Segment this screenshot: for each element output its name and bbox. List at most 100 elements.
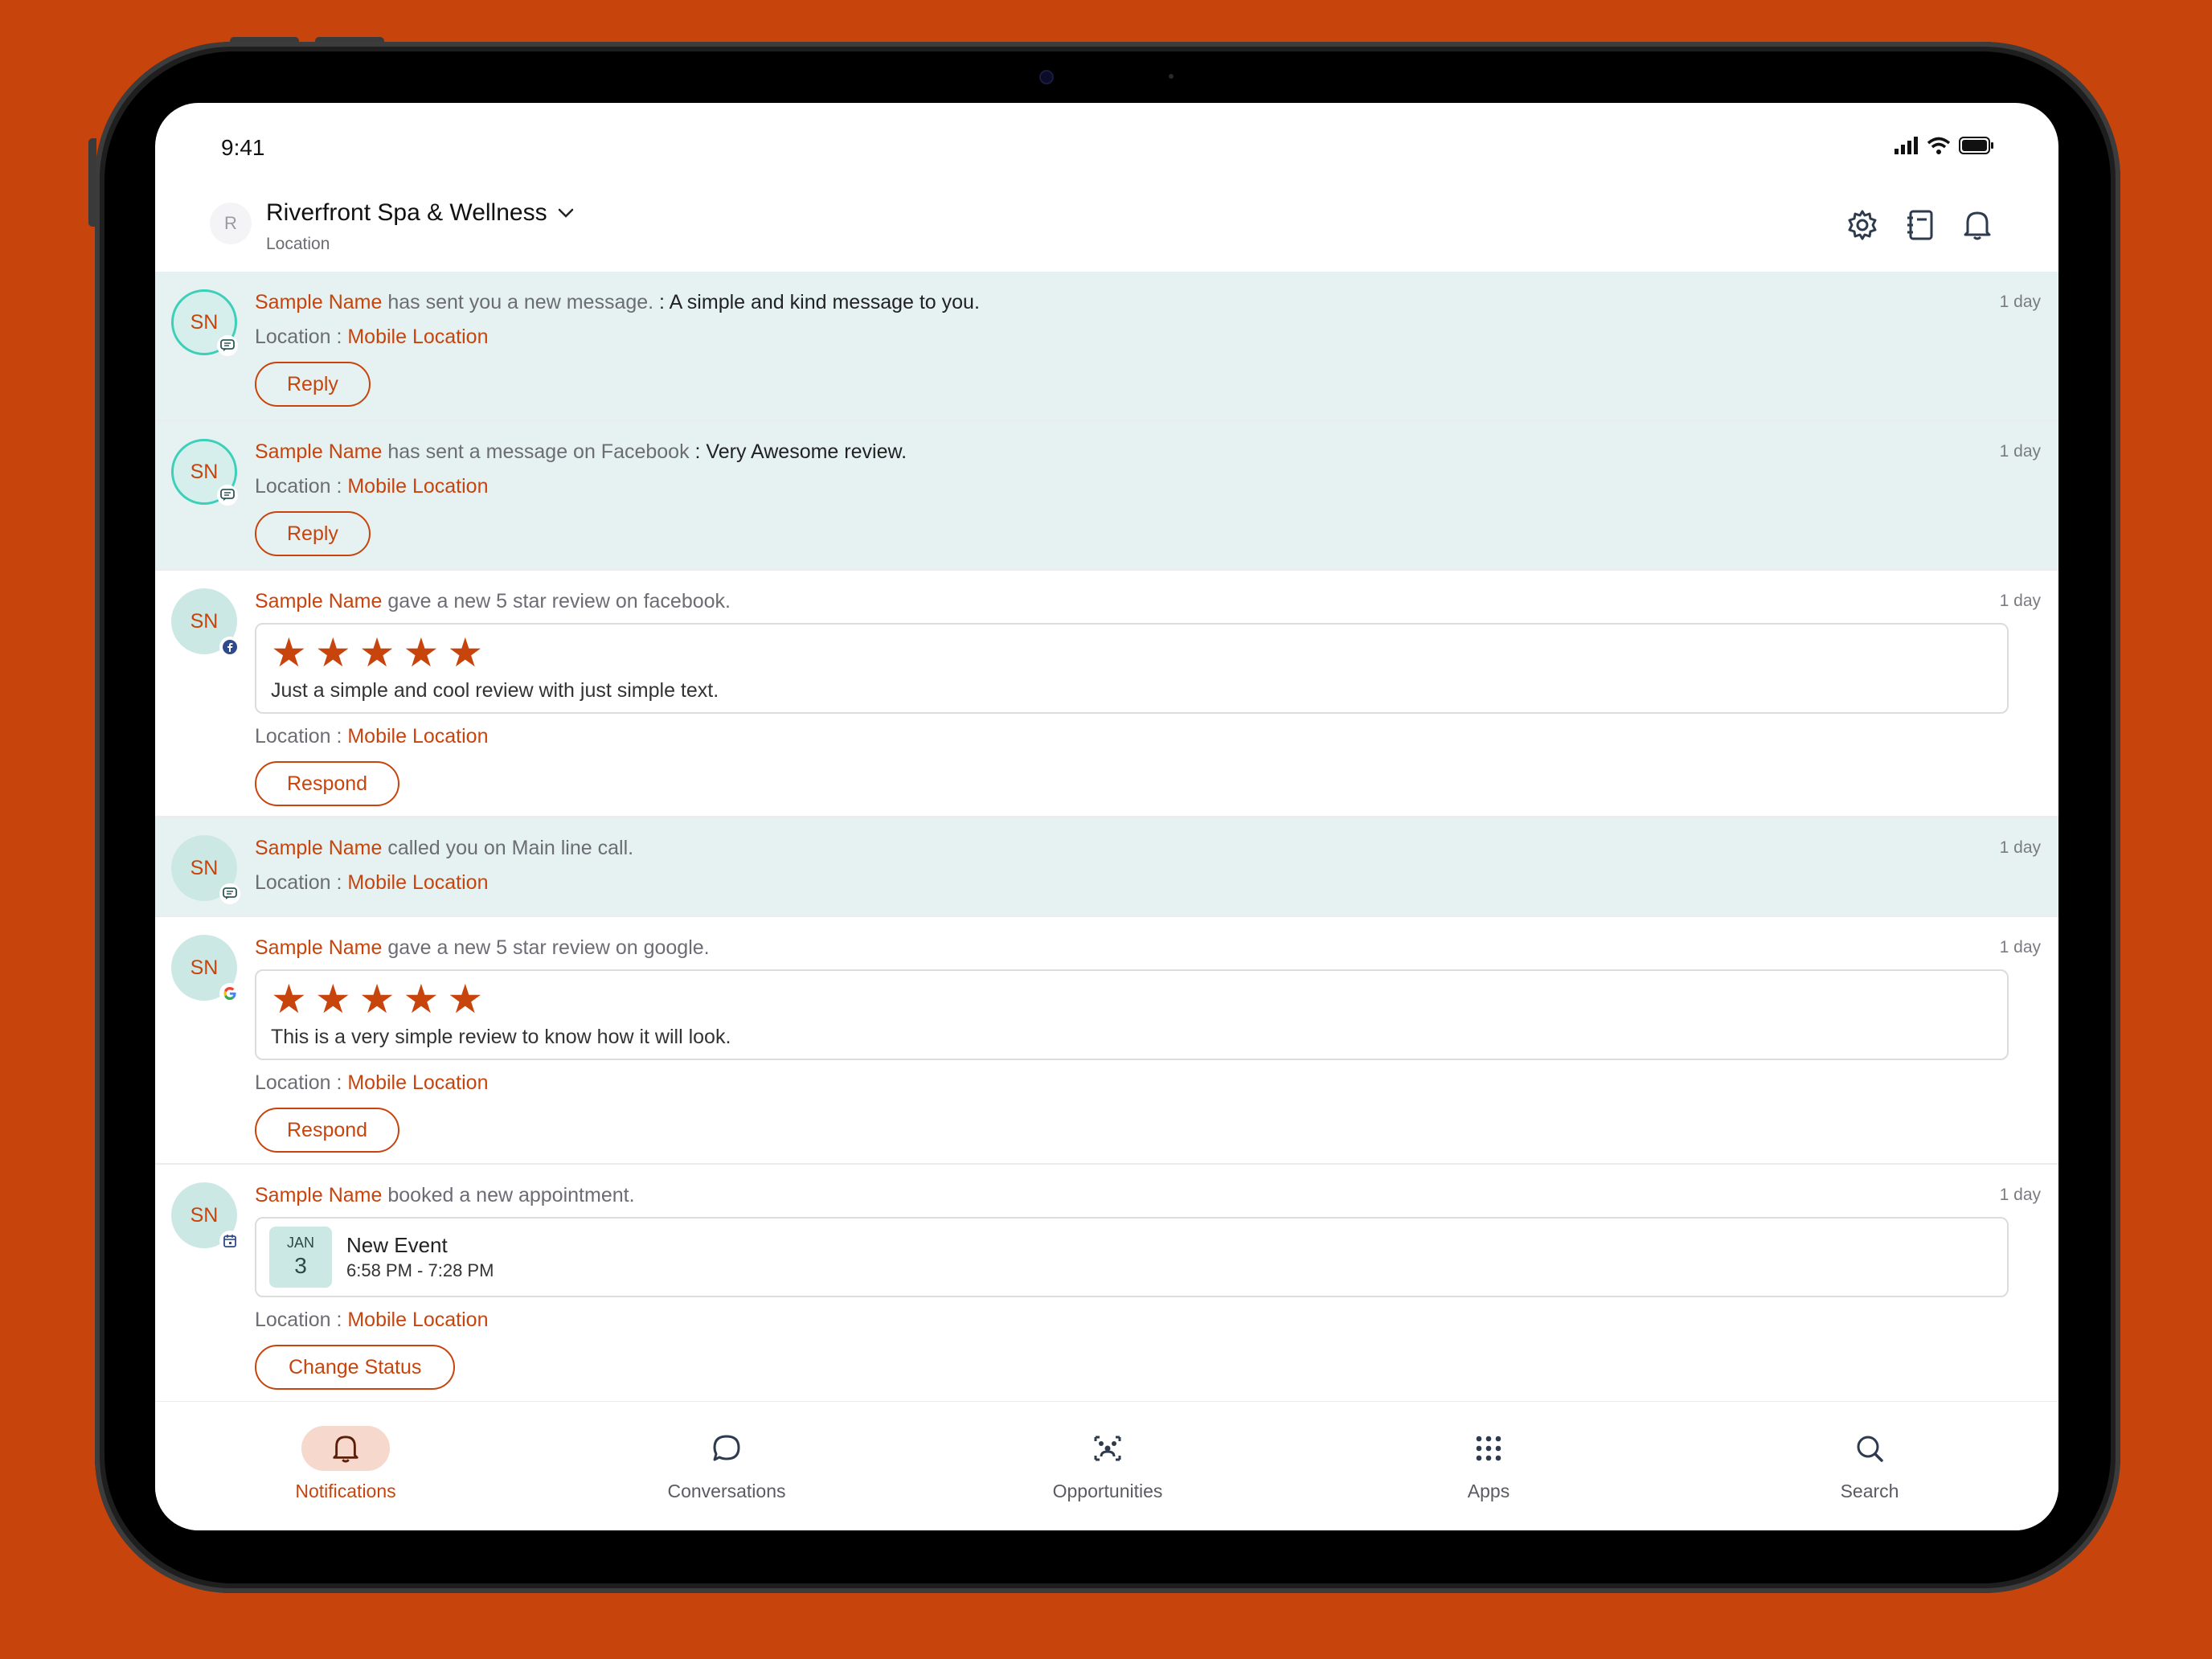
review-card: ★ ★ ★ ★ ★ Just a simple and cool review with… [255,623,2009,714]
star-icon: ★ [271,977,307,1022]
avatar: SN [171,588,240,657]
bell-icon [333,1436,358,1463]
bottom-tab-bar: Notifications Conversations Opportunitie… [155,1402,2058,1530]
time-ago: 1 day [1999,1186,2041,1204]
avatar-initials: SN [190,956,219,979]
notification-location: Location : Mobile Location [255,871,2039,895]
notification-item[interactable]: SN Sample Name booked a new appointment.… [155,1165,2058,1403]
notification-item[interactable]: SN Sample Name has sent a message on Fac… [155,421,2058,571]
tab-label: Notifications [295,1481,396,1501]
location-label: Location : [255,1071,348,1094]
event-month: JAN [286,1235,314,1251]
app-header: R Riverfront Spa & Wellness Location [155,191,2058,272]
sender-name[interactable]: Sample Name [255,291,382,313]
location-name: Riverfront Spa & Wellness [266,199,547,226]
notification-action: booked a new appointment. [382,1184,635,1206]
location-value[interactable]: Mobile Location [347,1309,488,1331]
location-value[interactable]: Mobile Location [347,1071,488,1094]
tab-label: Search [1840,1481,1899,1501]
date-badge: JAN 3 [269,1227,332,1288]
tab-conversations[interactable]: Conversations [606,1426,847,1502]
location-value[interactable]: Mobile Location [347,475,488,498]
tab-label: Conversations [667,1481,786,1501]
avatar-initials: SN [190,460,219,483]
notification-headline: Sample Name gave a new 5 star review on … [255,590,2039,613]
front-camera [1039,70,1054,84]
notification-location: Location : Mobile Location [255,725,2039,748]
location-value[interactable]: Mobile Location [347,326,488,348]
avatar: SN [171,289,238,356]
tab-search[interactable]: Search [1749,1426,1990,1502]
event-title: New Event [346,1233,448,1257]
notification-item[interactable]: SN Sample Name has sent you a new messag… [155,272,2058,421]
sender-name[interactable]: Sample Name [255,837,382,859]
review-text: This is a very simple review to know how… [271,1026,731,1048]
apps-grid-icon [1476,1436,1501,1461]
notification-location: Location : Mobile Location [255,1309,2039,1332]
notification-item[interactable]: SN Sample Name gave a new 5 star review … [155,571,2058,817]
sender-name[interactable]: Sample Name [255,936,382,959]
location-value[interactable]: Mobile Location [347,871,488,894]
signal-icon [1895,137,1918,154]
location-switcher[interactable]: Riverfront Spa & Wellness [266,199,575,227]
tab-opportunities[interactable]: Opportunities [987,1426,1228,1502]
tab-label: Opportunities [1052,1481,1163,1501]
chat-icon [217,335,238,356]
notification-item[interactable]: SN Sample Name called you on Main line c… [155,817,2058,917]
notifications-feed: SN Sample Name has sent you a new messag… [155,272,2058,1403]
sender-name[interactable]: Sample Name [255,440,382,463]
time-ago: 1 day [1999,293,2041,311]
battery-icon [1959,137,1993,154]
reply-button[interactable]: Reply [255,362,371,407]
header-actions [1846,209,1993,241]
chevron-down-icon [558,208,573,218]
location-value[interactable]: Mobile Location [347,725,488,748]
notification-headline: Sample Name has sent a message on Facebo… [255,440,2039,464]
status-time: 9:41 [221,135,265,160]
event-time: 6:58 PM - 7:28 PM [346,1260,494,1280]
time-ago: 1 day [1999,592,2041,610]
app-screen: 9:41 R Riverfront Spa & Wellness Locatio… [155,103,2058,1530]
event-day: 3 [294,1253,307,1278]
chat-bubble-icon [713,1435,740,1461]
notification-content: Sample Name called you on Main line call… [255,837,2039,895]
tab-notifications[interactable]: Notifications [225,1426,466,1502]
contacts-book-icon[interactable] [1906,209,1935,241]
tab-label: Apps [1467,1481,1510,1501]
avatar-initials: SN [190,310,219,334]
respond-button[interactable]: Respond [255,1108,400,1153]
tab-apps[interactable]: Apps [1368,1426,1609,1502]
avatar: SN [171,935,240,1004]
notification-action: gave a new 5 star review on facebook. [382,590,731,612]
bell-icon[interactable] [1962,209,1993,241]
notification-item[interactable]: SN Sample Name gave a new 5 star review … [155,917,2058,1165]
change-status-button[interactable]: Change Status [255,1345,456,1390]
notification-content: Sample Name gave a new 5 star review on … [255,590,2039,806]
sender-name[interactable]: Sample Name [255,590,382,612]
notification-headline: Sample Name booked a new appointment. [255,1184,2039,1207]
status-icons [1895,137,1994,154]
location-avatar[interactable]: R [210,203,252,244]
star-rating: ★ ★ ★ ★ ★ [271,633,1993,673]
search-icon [1857,1436,1883,1462]
appointment-card[interactable]: JAN 3 New Event 6:58 PM - 7:28 PM [255,1217,2009,1297]
star-icon: ★ [314,977,351,1022]
side-button [88,138,96,227]
location-label: Location : [255,326,348,348]
time-ago: 1 day [1999,442,2041,461]
location-label: Location : [255,871,348,894]
opportunities-icon [1094,1436,1121,1461]
star-rating: ★ ★ ★ ★ ★ [271,979,1993,1019]
notification-headline: Sample Name gave a new 5 star review on … [255,936,2039,960]
notification-content: Sample Name booked a new appointment. JA… [255,1184,2039,1390]
review-card: ★ ★ ★ ★ ★ This is a very simple review to kn… [255,969,2009,1060]
notification-content: Sample Name has sent you a new message. … [255,291,2039,407]
gear-icon[interactable] [1846,209,1878,241]
review-text: Just a simple and cool review with just … [271,679,719,702]
avatar-initials: SN [190,856,219,879]
respond-button[interactable]: Respond [255,761,400,806]
chat-icon [219,883,240,904]
sender-name[interactable]: Sample Name [255,1184,382,1206]
reply-button[interactable]: Reply [255,511,371,556]
location-label: Location : [255,475,348,498]
